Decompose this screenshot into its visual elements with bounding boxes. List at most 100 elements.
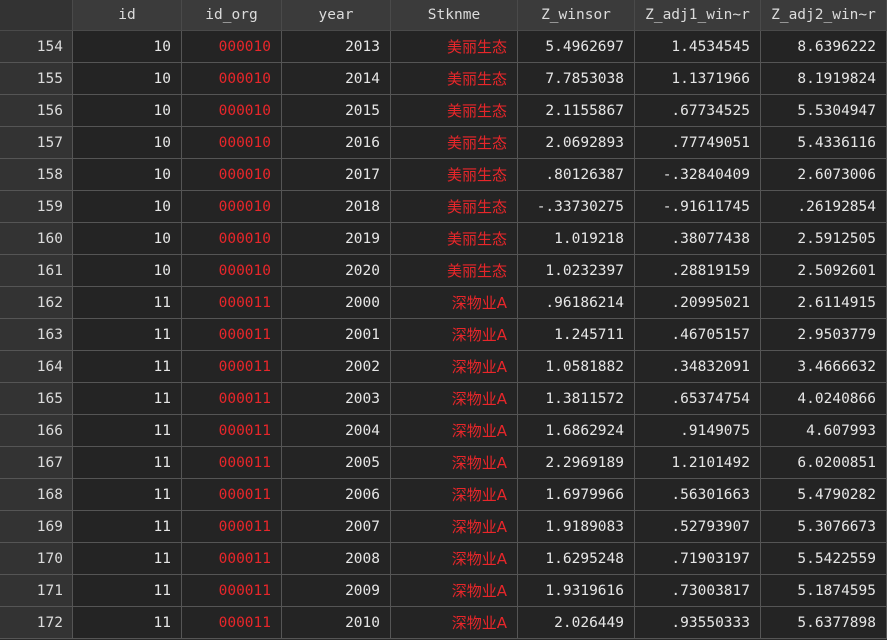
cell-z-adj2-winsor[interactable]: 5.3076673: [761, 511, 887, 543]
cell-year[interactable]: 2005: [282, 447, 391, 479]
cell-id[interactable]: 11: [73, 543, 182, 575]
cell-z-winsor[interactable]: 1.6295248: [518, 543, 635, 575]
cell-stknme[interactable]: 美丽生态: [391, 95, 518, 127]
column-header-id[interactable]: id: [73, 0, 182, 31]
data-grid[interactable]: id id_org year Stknme Z_winsor Z_adj1_wi…: [0, 0, 887, 640]
cell-z-winsor[interactable]: -.33730275: [518, 191, 635, 223]
row-number[interactable]: 159: [0, 191, 73, 223]
cell-year[interactable]: 2018: [282, 191, 391, 223]
cell-stknme[interactable]: 深物业A: [391, 447, 518, 479]
cell-id[interactable]: 10: [73, 95, 182, 127]
cell-stknme[interactable]: 深物业A: [391, 319, 518, 351]
cell-z-adj1-winsor[interactable]: .34832091: [635, 351, 761, 383]
cell-z-adj2-winsor[interactable]: 6.0200851: [761, 447, 887, 479]
row-number[interactable]: 163: [0, 319, 73, 351]
table-row[interactable]: 156 10 000010 2015 美丽生态 2.1155867 .67734…: [0, 95, 887, 127]
cell-stknme[interactable]: 深物业A: [391, 287, 518, 319]
cell-id[interactable]: 10: [73, 191, 182, 223]
cell-z-winsor[interactable]: 1.9319616: [518, 575, 635, 607]
cell-z-adj1-winsor[interactable]: .56301663: [635, 479, 761, 511]
cell-z-adj1-winsor[interactable]: 1.4534545: [635, 31, 761, 63]
cell-year[interactable]: 2015: [282, 95, 391, 127]
cell-z-adj1-winsor[interactable]: .67734525: [635, 95, 761, 127]
cell-id-org[interactable]: 000011: [182, 479, 282, 511]
cell-stknme[interactable]: 深物业A: [391, 511, 518, 543]
cell-id-org[interactable]: 000011: [182, 319, 282, 351]
cell-id[interactable]: 11: [73, 383, 182, 415]
cell-z-adj2-winsor[interactable]: 2.5912505: [761, 223, 887, 255]
cell-stknme[interactable]: 深物业A: [391, 479, 518, 511]
cell-year[interactable]: 2014: [282, 63, 391, 95]
cell-id-org[interactable]: 000010: [182, 127, 282, 159]
cell-z-adj1-winsor[interactable]: -.32840409: [635, 159, 761, 191]
cell-z-adj1-winsor[interactable]: .93550333: [635, 607, 761, 639]
cell-z-adj2-winsor[interactable]: .26192854: [761, 191, 887, 223]
cell-id-org[interactable]: 000010: [182, 255, 282, 287]
cell-z-adj2-winsor[interactable]: 5.6377898: [761, 607, 887, 639]
cell-z-adj2-winsor[interactable]: 2.6114915: [761, 287, 887, 319]
cell-z-adj1-winsor[interactable]: .9149075: [635, 415, 761, 447]
column-header-z-winsor[interactable]: Z_winsor: [518, 0, 635, 31]
cell-z-winsor[interactable]: 5.4962697: [518, 31, 635, 63]
cell-id-org[interactable]: 000010: [182, 95, 282, 127]
column-header-z-adj2-winsor[interactable]: Z_adj2_win~r: [761, 0, 887, 31]
cell-z-winsor[interactable]: 1.6862924: [518, 415, 635, 447]
row-number[interactable]: 168: [0, 479, 73, 511]
cell-z-adj2-winsor[interactable]: 5.1874595: [761, 575, 887, 607]
cell-stknme[interactable]: 美丽生态: [391, 159, 518, 191]
cell-id-org[interactable]: 000011: [182, 511, 282, 543]
cell-id[interactable]: 10: [73, 159, 182, 191]
cell-year[interactable]: 2019: [282, 223, 391, 255]
cell-stknme[interactable]: 深物业A: [391, 543, 518, 575]
cell-z-adj2-winsor[interactable]: 2.5092601: [761, 255, 887, 287]
row-number[interactable]: 156: [0, 95, 73, 127]
row-number[interactable]: 162: [0, 287, 73, 319]
row-number[interactable]: 155: [0, 63, 73, 95]
cell-id[interactable]: 11: [73, 415, 182, 447]
row-number[interactable]: 169: [0, 511, 73, 543]
cell-year[interactable]: 2004: [282, 415, 391, 447]
cell-year[interactable]: 2007: [282, 511, 391, 543]
table-row[interactable]: 164 11 000011 2002 深物业A 1.0581882 .34832…: [0, 351, 887, 383]
cell-id-org[interactable]: 000011: [182, 287, 282, 319]
cell-z-adj2-winsor[interactable]: 8.6396222: [761, 31, 887, 63]
cell-z-winsor[interactable]: 1.0232397: [518, 255, 635, 287]
column-header-id-org[interactable]: id_org: [182, 0, 282, 31]
cell-z-adj1-winsor[interactable]: .77749051: [635, 127, 761, 159]
cell-z-winsor[interactable]: 1.019218: [518, 223, 635, 255]
row-number[interactable]: 165: [0, 383, 73, 415]
cell-id[interactable]: 10: [73, 127, 182, 159]
cell-z-adj2-winsor[interactable]: 4.607993: [761, 415, 887, 447]
cell-z-winsor[interactable]: 1.245711: [518, 319, 635, 351]
cell-z-winsor[interactable]: 2.026449: [518, 607, 635, 639]
cell-z-adj2-winsor[interactable]: 5.5304947: [761, 95, 887, 127]
column-header-stknme[interactable]: Stknme: [391, 0, 518, 31]
cell-year[interactable]: 2006: [282, 479, 391, 511]
table-row[interactable]: 159 10 000010 2018 美丽生态 -.33730275 -.916…: [0, 191, 887, 223]
cell-id-org[interactable]: 000011: [182, 607, 282, 639]
cell-z-adj2-winsor[interactable]: 3.4666632: [761, 351, 887, 383]
cell-z-winsor[interactable]: 2.2969189: [518, 447, 635, 479]
cell-stknme[interactable]: 美丽生态: [391, 255, 518, 287]
table-row[interactable]: 158 10 000010 2017 美丽生态 .80126387 -.3284…: [0, 159, 887, 191]
cell-year[interactable]: 2000: [282, 287, 391, 319]
cell-z-adj2-winsor[interactable]: 8.1919824: [761, 63, 887, 95]
cell-z-winsor[interactable]: 1.9189083: [518, 511, 635, 543]
cell-id-org[interactable]: 000011: [182, 415, 282, 447]
table-row[interactable]: 163 11 000011 2001 深物业A 1.245711 .467051…: [0, 319, 887, 351]
row-number[interactable]: 166: [0, 415, 73, 447]
cell-z-adj2-winsor[interactable]: 2.6073006: [761, 159, 887, 191]
cell-year[interactable]: 2016: [282, 127, 391, 159]
cell-stknme[interactable]: 深物业A: [391, 351, 518, 383]
cell-z-adj1-winsor[interactable]: .46705157: [635, 319, 761, 351]
cell-z-winsor[interactable]: 2.1155867: [518, 95, 635, 127]
cell-z-adj1-winsor[interactable]: -.91611745: [635, 191, 761, 223]
cell-z-winsor[interactable]: 1.3811572: [518, 383, 635, 415]
cell-id-org[interactable]: 000010: [182, 191, 282, 223]
cell-z-adj1-winsor[interactable]: .71903197: [635, 543, 761, 575]
cell-id-org[interactable]: 000011: [182, 575, 282, 607]
cell-year[interactable]: 2009: [282, 575, 391, 607]
cell-year[interactable]: 2017: [282, 159, 391, 191]
cell-stknme[interactable]: 美丽生态: [391, 223, 518, 255]
cell-id[interactable]: 11: [73, 351, 182, 383]
